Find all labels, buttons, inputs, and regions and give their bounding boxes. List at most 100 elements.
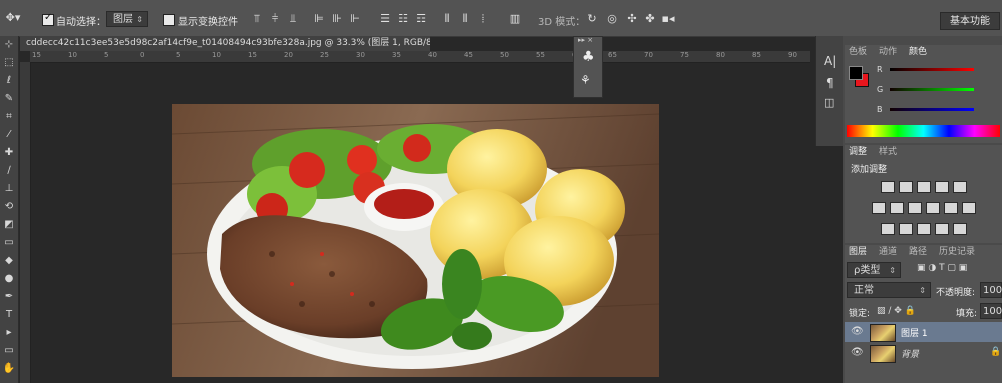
ruler-tick: 5 xyxy=(104,51,109,59)
eye-icon[interactable]: 👁 xyxy=(851,347,864,358)
threshold-icon[interactable] xyxy=(917,223,931,235)
align-left-icon[interactable]: ⊫ xyxy=(312,13,326,25)
gradient-fill-icon[interactable] xyxy=(953,223,967,235)
type-icon[interactable]: T xyxy=(2,308,16,322)
align-vcenter-icon[interactable]: ⫩ xyxy=(268,13,282,25)
opacity-input[interactable]: 100 xyxy=(980,282,1002,298)
options-bar: ✥▾ 自动选择： 图层⇕ 显示变换控件 ⫪ ⫩ ⫫ ⊫ ⊪ ⊩ ☰ ☷ ☶ ⦀ … xyxy=(0,0,1002,37)
selective-color-icon[interactable] xyxy=(935,223,949,235)
align-hcenter-icon[interactable]: ⊪ xyxy=(330,13,344,25)
channel-mixer-icon[interactable] xyxy=(962,202,976,214)
distribute-right-icon[interactable]: ⦙ xyxy=(476,13,490,25)
align-bottom-icon[interactable]: ⫫ xyxy=(286,13,300,25)
lock-icons[interactable]: ▨ ∕ ✥ 🔒 xyxy=(877,306,916,316)
healing-icon[interactable]: ✚ xyxy=(2,146,16,160)
distribute-hcenter-icon[interactable]: ⫴ xyxy=(458,13,472,25)
paragraph-icon[interactable]: ¶ xyxy=(826,76,834,90)
blend-mode-dropdown[interactable]: 正常 ⇕ xyxy=(847,282,931,298)
workspace-button[interactable]: 基本功能 xyxy=(940,12,1000,30)
layer-filter-dropdown[interactable]: ρ类型 ⇕ xyxy=(847,262,901,278)
align-top-icon[interactable]: ⫪ xyxy=(250,13,264,25)
curves-icon[interactable] xyxy=(917,181,931,193)
tab-styles[interactable]: 样式 xyxy=(875,145,901,159)
3d-rotate-icon[interactable]: ↻ xyxy=(585,13,599,25)
vibrance-icon[interactable] xyxy=(872,202,886,214)
gradient-map-icon[interactable] xyxy=(953,181,967,193)
marquee-icon[interactable]: ⬚ xyxy=(2,56,16,70)
blue-slider[interactable] xyxy=(890,108,974,111)
auto-select-checkbox[interactable] xyxy=(42,12,54,26)
eye-icon[interactable]: 👁 xyxy=(851,326,864,337)
auto-select-dropdown[interactable]: 图层 ⇕ xyxy=(106,11,148,27)
ruler-tick: 90 xyxy=(788,51,797,59)
black-white-icon[interactable] xyxy=(926,202,940,214)
3d-scale-icon[interactable]: ▪◂ xyxy=(661,13,675,25)
panel-dock: A| ¶ ◫ xyxy=(815,36,844,146)
lock-icon: 🔒 xyxy=(990,347,1002,357)
brush-icon[interactable]: ∕ xyxy=(2,164,16,178)
posterize-icon[interactable] xyxy=(899,223,913,235)
move-icon[interactable]: ⊹ xyxy=(2,38,16,52)
document-tab[interactable]: cddecc42c11c3ee53e5d98c2af14cf9e_t014084… xyxy=(20,36,430,51)
blur-icon[interactable]: ◆ xyxy=(2,254,16,268)
distribute-vcenter-icon[interactable]: ☷ xyxy=(396,13,410,25)
align-right-icon[interactable]: ⊩ xyxy=(348,13,362,25)
auto-align-icon[interactable]: ▥ xyxy=(508,13,522,25)
tab-swatches[interactable]: 色板 xyxy=(845,45,871,59)
layer-thumbnail xyxy=(870,345,896,363)
dodge-icon[interactable]: ● xyxy=(2,272,16,286)
crop-icon[interactable]: ⌗ xyxy=(2,110,16,124)
pen-icon[interactable]: ✒ xyxy=(2,290,16,304)
layer-row[interactable]: 👁 背景 🔒 xyxy=(845,343,1002,363)
brush-preset-icon[interactable]: ♣ xyxy=(582,49,595,65)
tab-color[interactable]: 颜色 xyxy=(905,45,932,59)
eyedropper-icon[interactable]: ⁄ xyxy=(2,128,16,142)
hue-saturation-icon[interactable] xyxy=(890,202,904,214)
photo-filter-icon[interactable] xyxy=(944,202,958,214)
tab-actions[interactable]: 动作 xyxy=(875,45,901,59)
fill-input[interactable]: 100 xyxy=(980,303,1002,319)
hand-icon[interactable]: ✋ xyxy=(2,362,16,376)
tab-layers[interactable]: 图层 xyxy=(845,245,872,259)
layer-thumbnail xyxy=(870,324,896,342)
tab-adjustments[interactable]: 调整 xyxy=(845,145,872,159)
show-transform-checkbox[interactable] xyxy=(163,14,175,26)
clone-source-icon[interactable]: ⚘ xyxy=(580,73,591,87)
3d-pan-icon[interactable]: ✣ xyxy=(625,13,639,25)
properties-icon[interactable]: ◫ xyxy=(824,96,834,109)
filter-icons[interactable]: ▣ ◑ T ▢ ▣ xyxy=(917,263,967,273)
levels-icon[interactable] xyxy=(899,181,913,193)
tab-channels[interactable]: 通道 xyxy=(875,245,901,259)
ruler-tick: 35 xyxy=(392,51,401,59)
invert-icon[interactable] xyxy=(881,223,895,235)
color-balance-icon[interactable] xyxy=(908,202,922,214)
move-tool-icon[interactable]: ✥▾ xyxy=(4,12,22,24)
tab-paths[interactable]: 路径 xyxy=(905,245,931,259)
path-select-icon[interactable]: ▸ xyxy=(2,326,16,340)
eraser-icon[interactable]: ◩ xyxy=(2,218,16,232)
distribute-bottom-icon[interactable]: ☶ xyxy=(414,13,428,25)
layer-row[interactable]: 👁 图层 1 xyxy=(845,322,1002,342)
document-image[interactable] xyxy=(172,104,659,377)
character-icon[interactable]: A| xyxy=(824,54,836,68)
gradient-icon[interactable]: ▭ xyxy=(2,236,16,250)
stamp-icon[interactable]: ⊥ xyxy=(2,182,16,196)
history-brush-icon[interactable]: ⟲ xyxy=(2,200,16,214)
shape-icon[interactable]: ▭ xyxy=(2,344,16,358)
exposure-icon[interactable] xyxy=(935,181,949,193)
foreground-color-swatch[interactable] xyxy=(849,66,863,80)
3d-roll-icon[interactable]: ◎ xyxy=(605,13,619,25)
quick-select-icon[interactable]: ✎ xyxy=(2,92,16,106)
brightness-icon[interactable] xyxy=(881,181,895,193)
red-slider[interactable] xyxy=(890,68,974,71)
3d-slide-icon[interactable]: ✤ xyxy=(643,13,657,25)
tab-history[interactable]: 历史记录 xyxy=(935,245,979,259)
ruler-tick: 55 xyxy=(536,51,545,59)
green-slider[interactable] xyxy=(890,88,974,91)
distribute-left-icon[interactable]: ⦀ xyxy=(440,13,454,25)
channel-b-label: B xyxy=(877,105,883,114)
color-spectrum[interactable] xyxy=(847,125,1000,137)
lasso-icon[interactable]: ℓ xyxy=(2,74,16,88)
distribute-top-icon[interactable]: ☰ xyxy=(378,13,392,25)
panel-collapse-icon[interactable]: ▸▸ × xyxy=(578,36,593,44)
